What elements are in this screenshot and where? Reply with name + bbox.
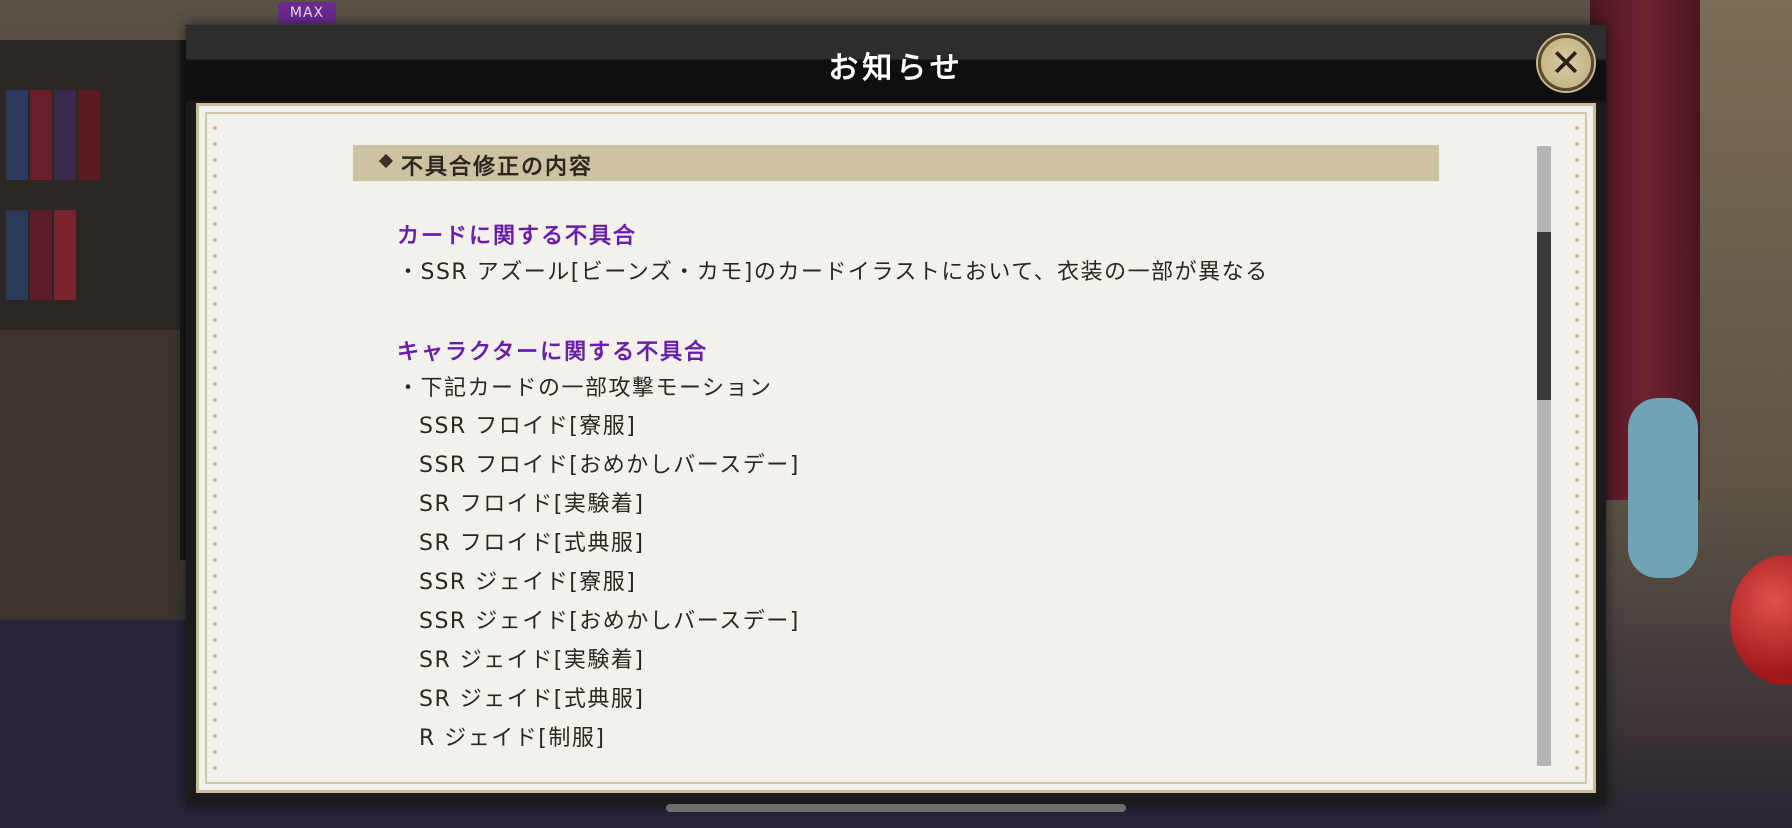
list-item: SR フロイド[式典服]	[419, 531, 645, 556]
background-pillow	[1628, 398, 1698, 578]
list-item: R ジェイド[制服]	[419, 726, 606, 751]
character-bug-intro: ・下記カードの一部攻撃モーション	[397, 376, 773, 401]
background-desk	[0, 330, 180, 630]
section-title: 不具合修正の内容	[401, 155, 594, 180]
section-header: 不具合修正の内容	[353, 145, 1439, 181]
list-item: SR ジェイド[式典服]	[419, 687, 645, 712]
close-icon: ✕	[1550, 41, 1582, 85]
list-item: SSR ジェイド[おめかしバースデー]	[419, 609, 800, 634]
list-item: SSR フロイド[おめかしバースデー]	[419, 453, 800, 478]
dialog-header: お知らせ ✕	[186, 25, 1606, 101]
character-bug-heading: キャラクターに関する不具合	[397, 340, 709, 365]
dotted-border-right	[1575, 120, 1579, 776]
panel-border	[205, 112, 1587, 784]
scrollbar-thumb[interactable]	[1537, 232, 1551, 400]
notice-content-panel[interactable]: 不具合修正の内容 カードに関する不具合 ・SSR アズール[ビーンズ・カモ]のカ…	[196, 103, 1596, 793]
max-badge: MAX	[278, 2, 336, 24]
diamond-icon	[378, 153, 394, 169]
list-item: SSR フロイド[寮服]	[419, 414, 637, 439]
scrollbar[interactable]	[1537, 146, 1551, 766]
notice-dialog: お知らせ ✕ 不具合修正の内容 カードに関する不具合 ・SSR アズール[ビーン…	[186, 25, 1606, 805]
list-item: SR ジェイド[実験着]	[419, 648, 645, 673]
list-item: SSR ジェイド[寮服]	[419, 570, 637, 595]
close-button[interactable]: ✕	[1538, 35, 1594, 91]
dotted-border-left	[213, 120, 217, 776]
dialog-title: お知らせ	[828, 51, 964, 86]
card-bug-heading: カードに関する不具合	[397, 224, 638, 249]
list-item: SR フロイド[実験着]	[419, 492, 645, 517]
home-indicator[interactable]	[666, 804, 1126, 812]
card-bug-item: ・SSR アズール[ビーンズ・カモ]のカードイラストにおいて、衣装の一部が異なる	[397, 260, 1269, 285]
game-scene: MAX お知らせ ✕ 不具合修正の内容 カードに関する不具合 ・SSR アズール…	[0, 0, 1792, 828]
